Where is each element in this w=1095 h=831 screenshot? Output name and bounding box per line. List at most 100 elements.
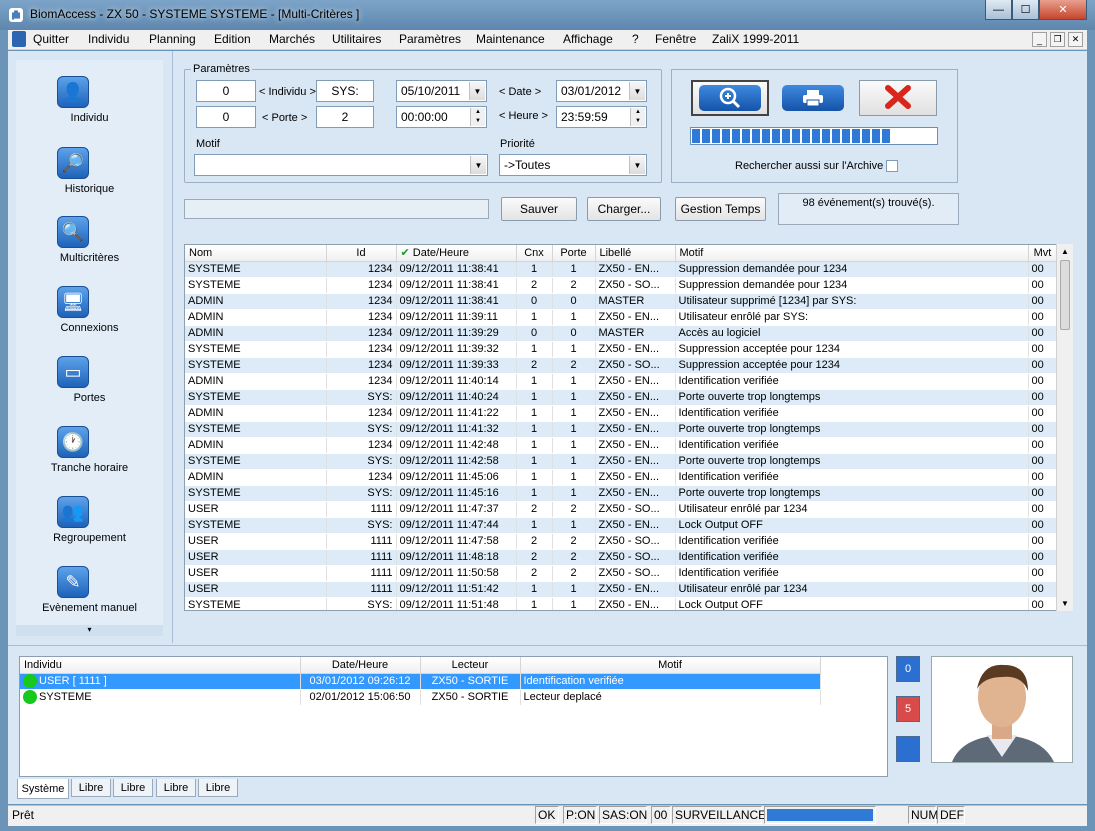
mdi-minimize-button[interactable]: _ xyxy=(1032,32,1047,47)
dropdown-arrow-icon[interactable]: ▼ xyxy=(629,82,645,100)
date-from-picker[interactable]: 05/10/2011 ▼ xyxy=(396,80,487,102)
menu-parametres[interactable]: Paramètres xyxy=(399,32,461,46)
minimize-button[interactable]: — xyxy=(985,0,1012,20)
door-icon[interactable]: ▭ xyxy=(57,356,89,388)
table-row[interactable]: SYSTEME SYS: 09/12/2011 11:47:44 1 1 ZX50 - E… xyxy=(185,517,1058,534)
column-header[interactable]: Cnx xyxy=(516,245,553,262)
table-row[interactable]: ADMIN 1234 09/12/2011 11:45:06 1 1 ZX50 - EN.… xyxy=(185,469,1058,486)
clock-icon[interactable]: 🕐 xyxy=(57,426,89,458)
dropdown-arrow-icon[interactable]: ▼ xyxy=(469,82,485,100)
monitor-icon[interactable]: 🖥 xyxy=(57,286,89,318)
table-row[interactable]: USER 1111 09/12/2011 11:48:18 2 2 ZX50 - SO..… xyxy=(185,549,1058,566)
table-row[interactable]: ADMIN 1234 09/12/2011 11:41:22 1 1 ZX50 - EN.… xyxy=(185,405,1058,422)
scrollbar-thumb[interactable] xyxy=(1060,260,1070,330)
menu-fenetre[interactable]: Fenêtre xyxy=(655,32,696,46)
table-row[interactable]: ADMIN 1234 09/12/2011 11:38:41 0 0 MASTER Util… xyxy=(185,293,1058,310)
save-button[interactable]: Sauver xyxy=(501,197,577,221)
motif-select[interactable]: ▼ xyxy=(194,154,488,176)
spinner-arrows-icon[interactable]: ▲ ▼ xyxy=(630,108,645,126)
table-row[interactable]: SYSTEME SYS: 09/12/2011 11:42:58 1 1 ZX50 - E… xyxy=(185,453,1058,470)
column-header[interactable]: Date/Heure xyxy=(300,657,421,674)
mdi-app-icon[interactable] xyxy=(12,31,26,47)
table-row[interactable]: USER 1111 09/12/2011 11:51:42 1 1 ZX50 - EN..… xyxy=(185,581,1058,598)
dropdown-arrow-icon[interactable]: ▼ xyxy=(470,156,486,174)
menu-edition[interactable]: Edition xyxy=(214,32,251,46)
individu-to-field[interactable]: SYS: xyxy=(316,80,374,102)
sidebar-item-3[interactable]: Connexions xyxy=(16,322,163,334)
menu-utilitaires[interactable]: Utilitaires xyxy=(332,32,381,46)
table-row[interactable]: USER 1111 09/12/2011 11:47:58 2 2 ZX50 - SO..… xyxy=(185,533,1058,550)
events-table[interactable]: Nom Id ✔ Date/Heure Cnx Porte Libellé Motif Mvt… xyxy=(184,244,1073,611)
menu-maintenance[interactable]: Maintenance xyxy=(476,32,545,46)
time-management-button[interactable]: Gestion Temps xyxy=(675,197,766,221)
dropdown-arrow-icon[interactable]: ▼ xyxy=(629,156,645,174)
table-row[interactable]: ADMIN 1234 09/12/2011 11:42:48 1 1 ZX50 - EN.… xyxy=(185,437,1058,454)
menu-help[interactable]: ? xyxy=(632,32,639,46)
column-header[interactable]: Nom xyxy=(185,245,327,262)
maximize-button[interactable]: ☐ xyxy=(1012,0,1039,20)
menu-marches[interactable]: Marchés xyxy=(269,32,315,46)
sidebar-item-6[interactable]: Regroupement xyxy=(16,532,163,544)
column-header[interactable]: Id xyxy=(326,245,397,262)
mdi-restore-button[interactable]: ❐ xyxy=(1050,32,1065,47)
sidebar-item-5[interactable]: Tranche horaire xyxy=(16,462,163,474)
column-header[interactable]: Porte xyxy=(552,245,596,262)
column-header[interactable]: Motif xyxy=(520,657,821,674)
table-row[interactable]: ADMIN 1234 09/12/2011 11:40:14 1 1 ZX50 - EN.… xyxy=(185,373,1058,390)
table-row[interactable]: SYSTEME 1234 09/12/2011 11:39:33 2 2 ZX50 - S… xyxy=(185,357,1058,374)
table-row[interactable]: ADMIN 1234 09/12/2011 11:39:29 0 0 MASTER Accè… xyxy=(185,325,1058,342)
priorite-select[interactable]: ->Toutes ▼ xyxy=(499,154,647,176)
time-from-spinner[interactable]: 00:00:00 ▲ ▼ xyxy=(396,106,487,128)
time-to-spinner[interactable]: 23:59:59 ▲ ▼ xyxy=(556,106,647,128)
cancel-button[interactable] xyxy=(859,80,937,116)
live-event-row[interactable]: SYSTEME 02/01/2012 15:06:50 ZX50 - SORTIE L… xyxy=(20,689,821,706)
counter-red[interactable]: 5 xyxy=(896,696,920,722)
porte-from-field[interactable]: 0 xyxy=(196,106,256,128)
print-button[interactable] xyxy=(774,80,852,116)
history-icon[interactable]: 🔎 xyxy=(57,147,89,179)
sidebar-item-7[interactable]: Evènement manuel xyxy=(16,602,163,614)
group-icon[interactable]: 👥 xyxy=(57,496,89,528)
column-header[interactable]: Mvt xyxy=(1028,245,1058,262)
menu-quitter[interactable]: Quitter xyxy=(33,32,69,46)
close-window-button[interactable]: ✕ xyxy=(1039,0,1087,20)
table-row[interactable]: SYSTEME 1234 09/12/2011 11:38:41 2 2 ZX50 - S… xyxy=(185,277,1058,294)
menu-planning[interactable]: Planning xyxy=(149,32,196,46)
load-button[interactable]: Charger... xyxy=(587,197,661,221)
counter-blue[interactable]: 0 xyxy=(896,656,920,682)
mdi-close-button[interactable]: ✕ xyxy=(1068,32,1083,47)
tab-0[interactable]: Système xyxy=(17,779,69,799)
archive-checkbox[interactable] xyxy=(886,160,898,172)
table-row[interactable]: SYSTEME 1234 09/12/2011 11:39:32 1 1 ZX50 - E… xyxy=(185,341,1058,358)
sidebar-item-0[interactable]: Individu xyxy=(16,112,163,124)
column-header[interactable]: Individu xyxy=(20,657,301,674)
menu-affichage[interactable]: Affichage xyxy=(563,32,613,46)
menu-individu[interactable]: Individu xyxy=(88,32,129,46)
column-header[interactable]: Lecteur xyxy=(420,657,521,674)
person-icon[interactable]: 👤 xyxy=(57,76,89,108)
spinner-arrows-icon[interactable]: ▲ ▼ xyxy=(470,108,485,126)
sidebar-item-1[interactable]: Historique xyxy=(16,183,163,195)
counter-blank[interactable] xyxy=(896,736,920,762)
tab-1[interactable]: Libre xyxy=(71,779,111,797)
table-vertical-scrollbar[interactable]: ▲ ▼ xyxy=(1056,244,1073,611)
sidebar-item-4[interactable]: Portes xyxy=(16,392,163,404)
table-row[interactable]: SYSTEME 1234 09/12/2011 11:38:41 1 1 ZX50 - E… xyxy=(185,261,1058,278)
pencil-icon[interactable]: ✎ xyxy=(57,566,89,598)
table-row[interactable]: USER 1111 09/12/2011 11:47:37 2 2 ZX50 - SO..… xyxy=(185,501,1058,518)
menu-zalix[interactable]: ZaliX 1999-2011 xyxy=(712,32,799,46)
table-row[interactable]: SYSTEME SYS: 09/12/2011 11:40:24 1 1 ZX50 - E… xyxy=(185,389,1058,406)
table-row[interactable]: SYSTEME SYS: 09/12/2011 11:51:48 1 1 ZX50 - E… xyxy=(185,597,1058,610)
tab-3[interactable]: Libre xyxy=(156,779,196,797)
sidebar-item-2[interactable]: Multicritères xyxy=(16,252,163,264)
column-header[interactable]: ✔ Date/Heure xyxy=(396,245,517,262)
magnifier-icon[interactable]: 🔍 xyxy=(57,216,89,248)
table-row[interactable]: ADMIN 1234 09/12/2011 11:39:11 1 1 ZX50 - EN.… xyxy=(185,309,1058,326)
search-button[interactable] xyxy=(691,80,769,116)
tab-4[interactable]: Libre xyxy=(198,779,238,797)
table-row[interactable]: SYSTEME SYS: 09/12/2011 11:45:16 1 1 ZX50 - E… xyxy=(185,485,1058,502)
individu-from-field[interactable]: 0 xyxy=(196,80,256,102)
porte-to-field[interactable]: 2 xyxy=(316,106,374,128)
table-row[interactable]: USER 1111 09/12/2011 11:50:58 2 2 ZX50 - SO..… xyxy=(185,565,1058,582)
tab-2[interactable]: Libre xyxy=(113,779,153,797)
